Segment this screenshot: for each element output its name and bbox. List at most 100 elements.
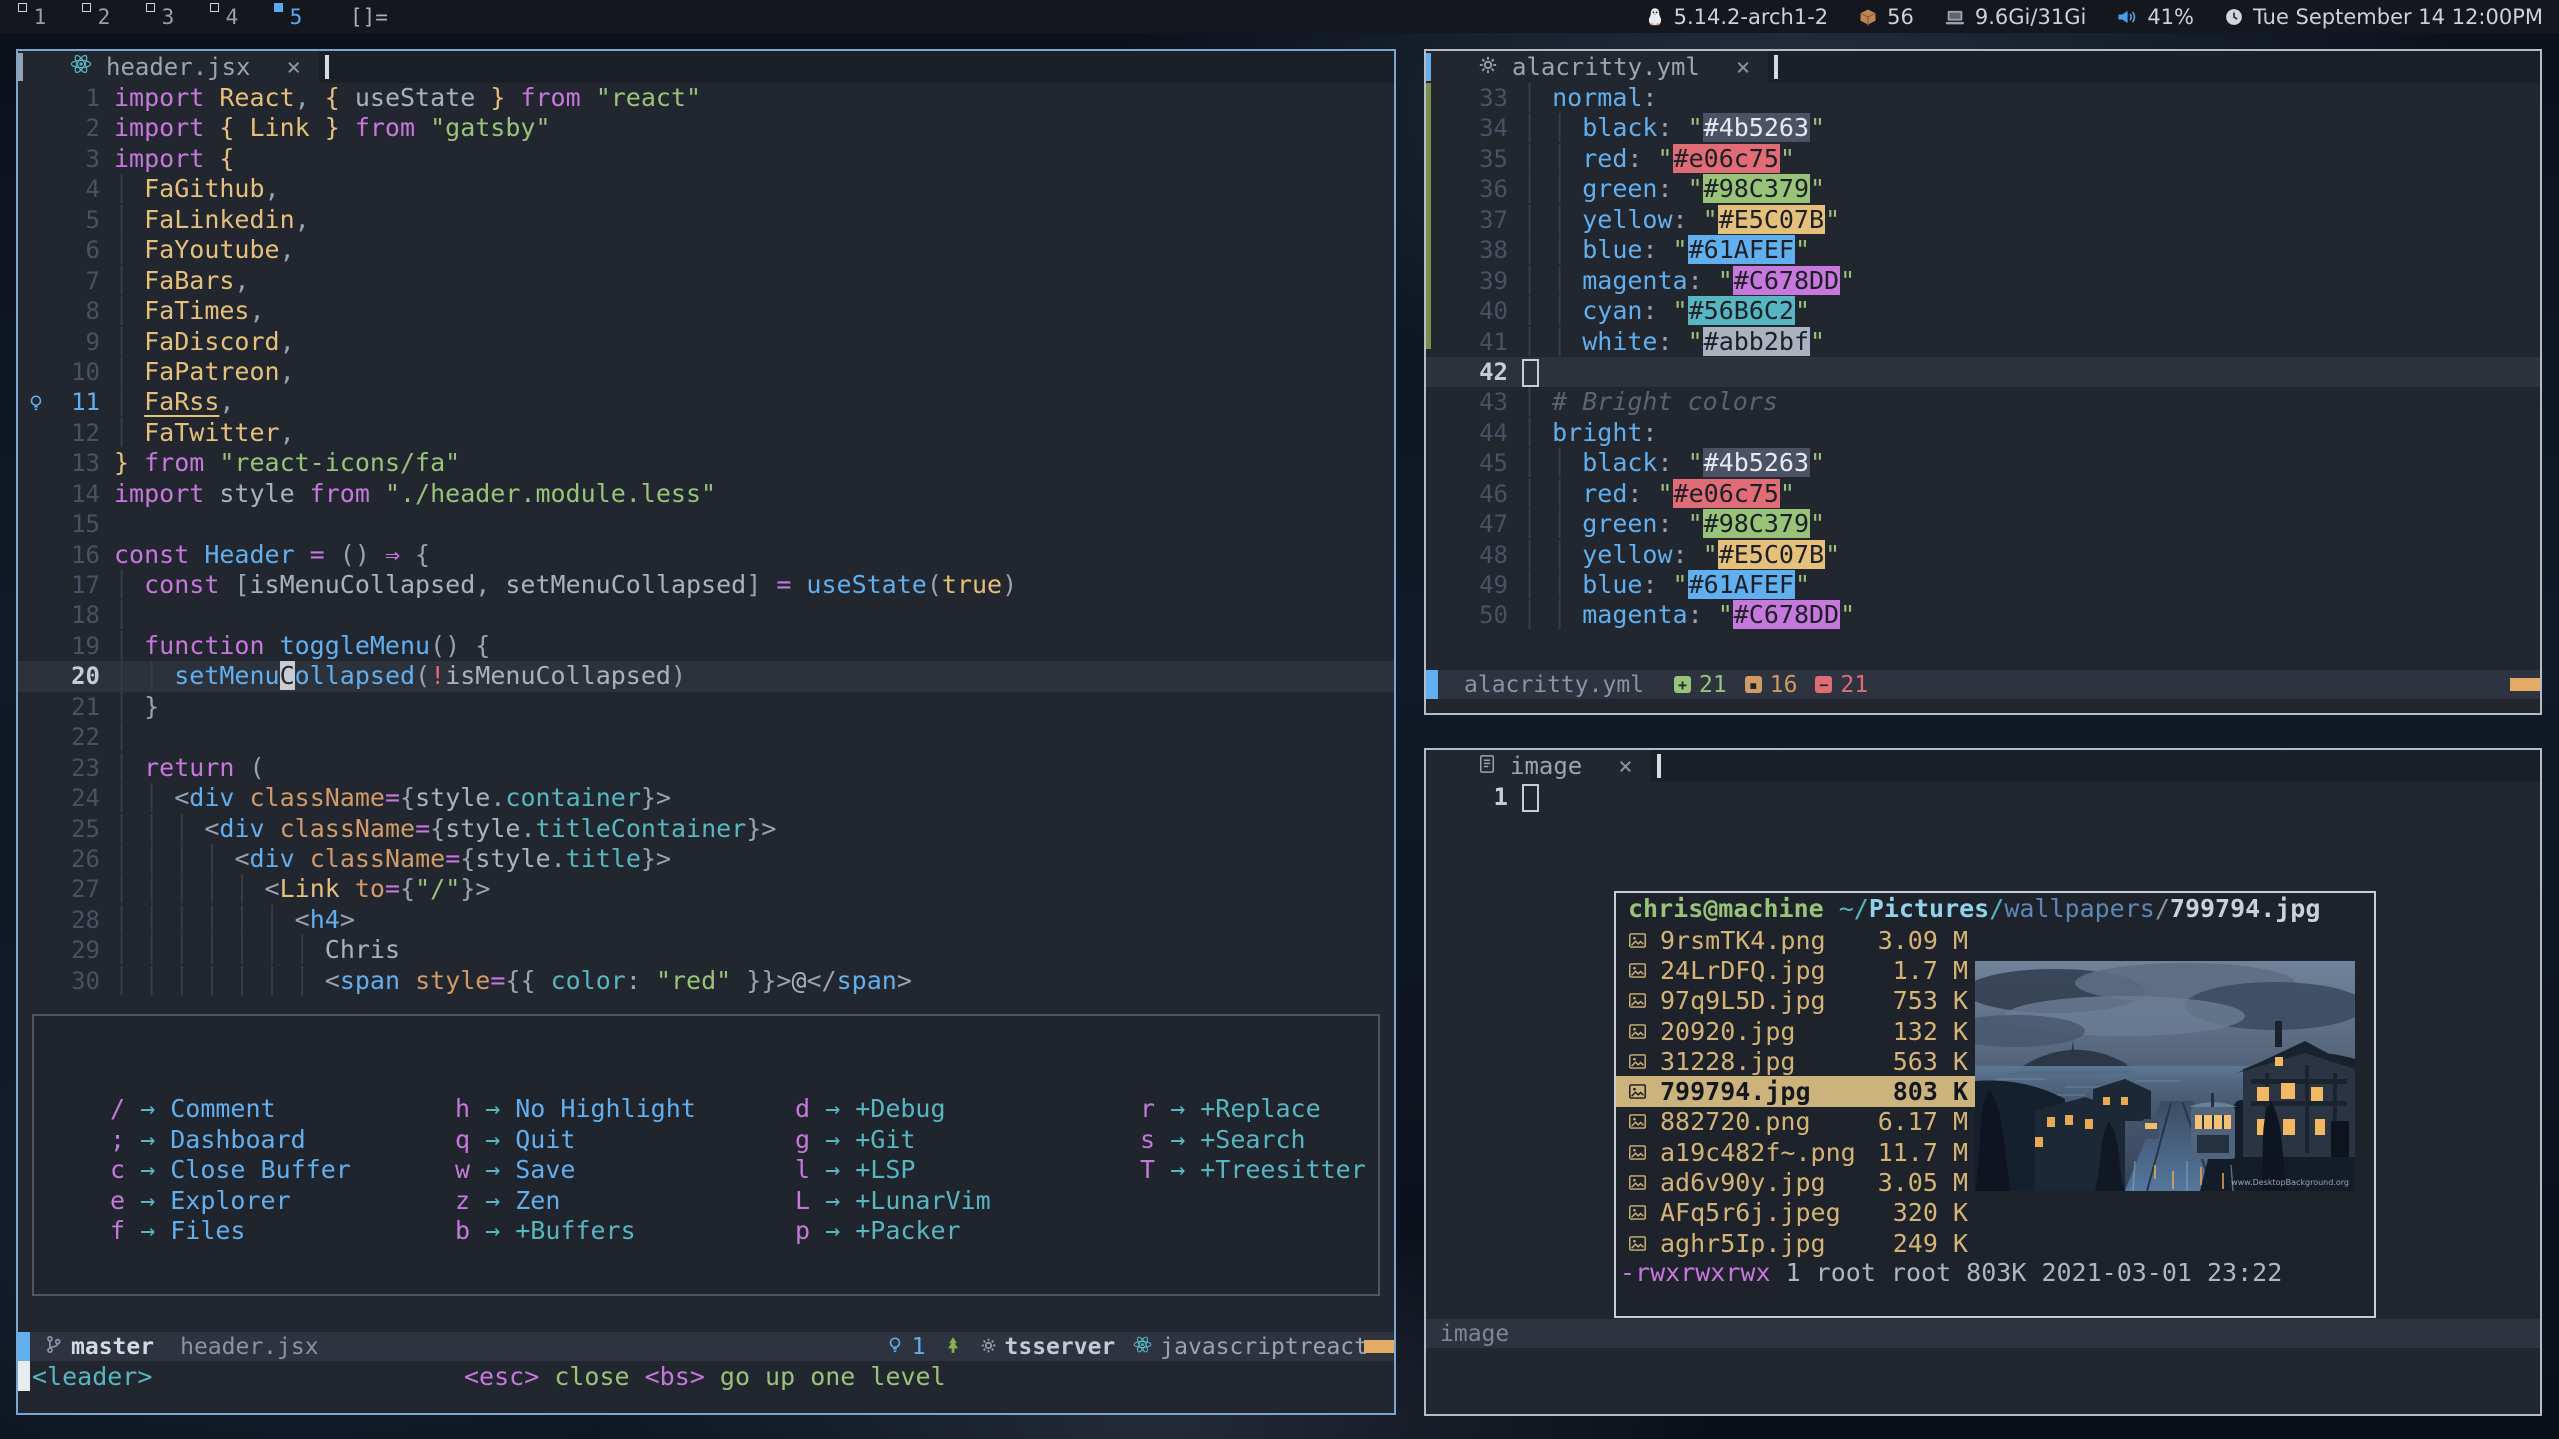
- whichkey-binding[interactable]: L → +LunarVim: [795, 1186, 1140, 1217]
- close-icon[interactable]: ×: [1736, 53, 1750, 81]
- code-area[interactable]: chris@machine ~/Pictures/wallpapers/7997…: [1426, 782, 2540, 1319]
- indent-guide: │: [1552, 600, 1582, 629]
- file-row[interactable]: 882720.png6.17 M: [1616, 1107, 1976, 1137]
- diagnostic-count: 1: [912, 1334, 926, 1360]
- tab-title: image: [1510, 752, 1582, 780]
- editor-window-alacritty-yml[interactable]: alacritty.yml × 33│ normal:34│ │ black: …: [1424, 49, 2542, 715]
- color-swatch: #4b5263: [1703, 113, 1810, 142]
- whichkey-label: +Git: [855, 1125, 915, 1154]
- code-line: 39│ │ magenta: "#C678DD": [1426, 266, 2540, 296]
- editor-window-header-jsx[interactable]: header.jsx × 1import React, { useState }…: [16, 49, 1396, 1415]
- whichkey-binding[interactable]: e → Explorer: [110, 1186, 455, 1217]
- workspace-button-2[interactable]: 2: [76, 0, 132, 33]
- statusline-filename: alacritty.yml: [1464, 672, 1644, 698]
- whichkey-binding[interactable]: z → Zen: [455, 1186, 795, 1217]
- whichkey-key: T: [1140, 1155, 1155, 1184]
- scrollbar-thumb[interactable]: [18, 53, 23, 81]
- code-token: div: [250, 844, 310, 873]
- whichkey-binding[interactable]: h → No Highlight: [455, 1094, 795, 1125]
- close-icon[interactable]: ×: [287, 53, 301, 81]
- indent-guide: │: [1522, 296, 1552, 325]
- file-name: AFq5r6j.jpeg: [1660, 1198, 1872, 1227]
- code-text: │ │ red: "#e06c75": [1522, 479, 2540, 509]
- tab-alacritty-yml[interactable]: alacritty.yml ×: [1426, 51, 1768, 83]
- gutter: 21: [18, 692, 114, 722]
- close-icon[interactable]: ×: [1618, 752, 1632, 780]
- code-token: className: [250, 783, 385, 812]
- command-line[interactable]: <leader> <esc> close <bs> go up one leve…: [18, 1361, 1394, 1391]
- whichkey-binding[interactable]: w → Save: [455, 1155, 795, 1186]
- whichkey-label: Close Buffer: [170, 1155, 351, 1184]
- file-row[interactable]: 31228.jpg563 K: [1616, 1046, 1976, 1076]
- code-text: │ │ magenta: "#C678DD": [1522, 266, 2540, 296]
- code-text: │ │ green: "#98C379": [1522, 509, 2540, 539]
- whichkey-binding[interactable]: d → +Debug: [795, 1094, 1140, 1125]
- code-token: ,: [280, 327, 295, 356]
- arrow-right-icon: →: [470, 1186, 515, 1215]
- whichkey-binding[interactable]: / → Comment: [110, 1094, 455, 1125]
- file-row[interactable]: 97q9L5D.jpg753 K: [1616, 986, 1976, 1016]
- whichkey-binding[interactable]: r → +Replace: [1140, 1094, 1378, 1125]
- whichkey-binding[interactable]: q → Quit: [455, 1125, 795, 1156]
- arrow-right-icon: →: [470, 1216, 515, 1245]
- indent-guide: │: [114, 692, 144, 721]
- whichkey-binding[interactable]: s → +Search: [1140, 1125, 1378, 1156]
- whichkey-binding[interactable]: c → Close Buffer: [110, 1155, 455, 1186]
- scrollbar-viewport-indicator[interactable]: [1426, 53, 1431, 81]
- workspace-button-1[interactable]: 1: [12, 0, 68, 33]
- code-token: const: [144, 570, 234, 599]
- code-token: "/": [415, 874, 460, 903]
- file-row[interactable]: 799794.jpg803 K: [1616, 1076, 1976, 1106]
- whichkey-binding[interactable]: T → +Treesitter: [1140, 1155, 1378, 1186]
- file-name: 882720.png: [1660, 1107, 1872, 1136]
- workspace-button-5[interactable]: 5: [268, 0, 324, 33]
- tab-image[interactable]: image ×: [1426, 750, 1651, 782]
- code-token: :: [1642, 418, 1657, 447]
- code-token: (): [340, 540, 385, 569]
- file-row[interactable]: ad6v90y.jpg3.05 M: [1616, 1167, 1976, 1197]
- whichkey-binding[interactable]: b → +Buffers: [455, 1216, 795, 1247]
- tab-caret: [325, 55, 329, 79]
- whichkey-binding[interactable]: l → +LSP: [795, 1155, 1140, 1186]
- code-token: const: [114, 540, 204, 569]
- code-text: │ FaTwitter,: [114, 418, 1394, 448]
- file-row[interactable]: a19c482f~.png11.7 M: [1616, 1137, 1976, 1167]
- code-text: │ │ │ │ │ │ │ Chris: [114, 935, 1394, 965]
- code-token: # Bright colors: [1552, 387, 1778, 416]
- tab-header-jsx[interactable]: header.jsx ×: [18, 51, 319, 83]
- file-row[interactable]: aghr5Ip.jpg249 K: [1616, 1228, 1976, 1258]
- whichkey-label: +Replace: [1200, 1094, 1320, 1123]
- whichkey-label: Comment: [170, 1094, 275, 1123]
- whichkey-binding[interactable]: p → +Packer: [795, 1216, 1140, 1247]
- indent-guide: │: [114, 631, 144, 660]
- whichkey-key: d: [795, 1094, 810, 1123]
- code-text: import style from "./header.module.less": [114, 479, 1394, 509]
- code-text: const Header = () ⇒ {: [114, 540, 1394, 570]
- code-token: <: [265, 874, 280, 903]
- line-number: 9: [54, 327, 100, 357]
- code-token: red: [1582, 479, 1627, 508]
- file-row[interactable]: 24LrDFQ.jpg1.7 M: [1616, 955, 1976, 985]
- file-row[interactable]: 9rsmTK4.png3.09 M: [1616, 925, 1976, 955]
- code-line: 42: [1426, 357, 2540, 387]
- file-row[interactable]: 20920.jpg132 K: [1616, 1016, 1976, 1046]
- workspace-button-3[interactable]: 3: [140, 0, 196, 33]
- indent-guide: │: [1522, 509, 1552, 538]
- file-row[interactable]: AFq5r6j.jpeg320 K: [1616, 1198, 1976, 1228]
- workspace-button-4[interactable]: 4: [204, 0, 260, 33]
- code-token: FaTimes: [144, 296, 249, 325]
- line-number: 35: [1462, 144, 1508, 174]
- whichkey-binding[interactable]: f → Files: [110, 1216, 455, 1247]
- code-area[interactable]: 33│ normal:34│ │ black: "#4b5263"35│ │ r…: [1426, 83, 2540, 670]
- code-token: :: [1688, 600, 1718, 629]
- color-swatch: #e06c75: [1673, 144, 1780, 173]
- whichkey-binding[interactable]: g → +Git: [795, 1125, 1140, 1156]
- line-number: 45: [1462, 448, 1508, 478]
- gutter: 1: [1426, 782, 1522, 812]
- whichkey-binding[interactable]: ; → Dashboard: [110, 1125, 455, 1156]
- indent-guide: │: [114, 327, 144, 356]
- line-number: 36: [1462, 174, 1508, 204]
- indent-guide: │: [114, 844, 144, 873]
- editor-window-image[interactable]: image × chris@machine ~/Pictures/wallpap…: [1424, 748, 2542, 1416]
- gutter: 22: [18, 722, 114, 752]
